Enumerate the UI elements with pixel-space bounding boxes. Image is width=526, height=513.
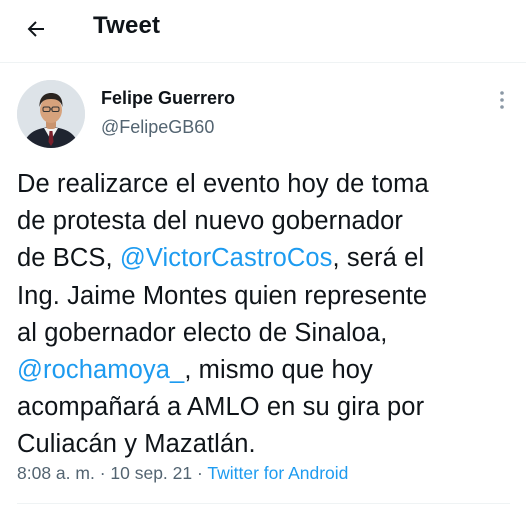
avatar-image <box>17 80 85 148</box>
back-button[interactable] <box>20 13 52 45</box>
tweet-text-segment: Culiacán y Mazatlán. <box>17 430 256 459</box>
more-options-button[interactable] <box>490 88 514 112</box>
meta-divider <box>17 503 510 504</box>
tweet-text-line: al gobernador electo de Sinaloa, <box>17 315 517 352</box>
tweet-text-line: Culiacán y Mazatlán. <box>17 426 517 463</box>
tweet-text-segment: , mismo que hoy <box>184 356 373 385</box>
top-bar: Tweet <box>0 0 526 58</box>
arrow-left-icon <box>27 21 44 37</box>
tweet-date[interactable]: 10 sep. 21 <box>110 463 192 483</box>
avatar[interactable] <box>17 80 85 148</box>
tweet-text-segment: Ing. Jaime Montes quien represente <box>17 281 428 310</box>
mention-link[interactable]: @VictorCastroCos <box>120 244 333 272</box>
tweet-text-segment: De realizarce el evento hoy de toma <box>17 170 429 198</box>
tweet-text-line: De realizarce el evento hoy de toma <box>17 166 517 203</box>
mention-link[interactable]: @rochamoya_ <box>17 356 184 384</box>
author-handle[interactable]: @FelipeGB60 <box>101 117 214 138</box>
tweet-text-segment: de BCS, <box>17 244 120 273</box>
page-title: Tweet <box>93 12 161 39</box>
meta-separator: · <box>192 463 208 483</box>
tweet-text-line: @rochamoya_, mismo que hoy <box>17 352 517 389</box>
meta-separator: · <box>94 463 111 483</box>
tweet-time[interactable]: 8:08 a. m. <box>17 463 95 483</box>
tweet-text-line: de BCS, @VictorCastroCos, será el <box>17 240 517 277</box>
tweet-source-link[interactable]: Twitter for Android <box>207 463 348 483</box>
tweet-meta: 8:08 a. m. · 10 sep. 21 · Twitter for An… <box>17 463 348 484</box>
tweet-text-segment: , será el <box>332 244 425 273</box>
tweet-text: De realizarce el evento hoy de toma de pr… <box>17 166 517 464</box>
tweet-text-segment: acompañará a AMLO en su gira por <box>17 393 425 422</box>
tweet-text-segment: de protesta del nuevo gobernador <box>17 207 403 236</box>
tweet-text-line: de protesta del nuevo gobernador <box>17 203 517 240</box>
tweet-text-line: Ing. Jaime Montes quien represente <box>17 278 517 315</box>
author-name[interactable]: Felipe Guerrero <box>101 88 235 109</box>
tweet-text-line: acompañará a AMLO en su gira por <box>17 389 517 426</box>
more-vertical-icon <box>500 91 504 109</box>
header-divider <box>0 62 526 63</box>
tweet-text-segment: al gobernador electo de Sinaloa, <box>17 318 388 347</box>
